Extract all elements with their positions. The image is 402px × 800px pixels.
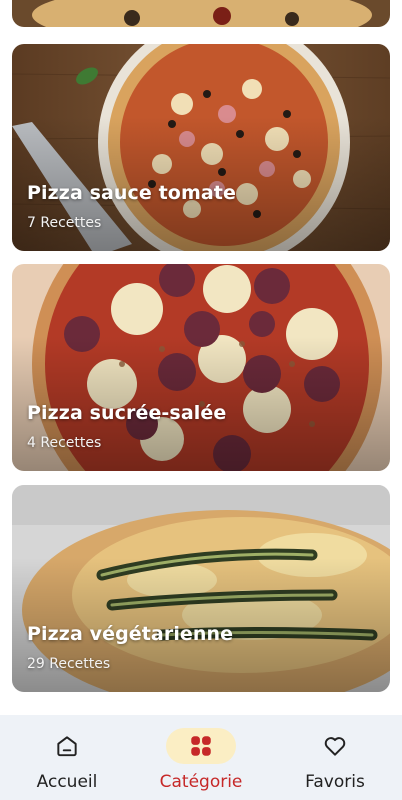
recipe-count: 7 Recettes xyxy=(27,215,102,231)
grid-icon xyxy=(191,736,211,756)
nav-icon-container-active xyxy=(166,728,236,764)
recipe-count: 29 Recettes xyxy=(27,656,111,672)
nav-label: Accueil xyxy=(36,772,98,792)
nav-item-categorie[interactable]: Catégorie xyxy=(134,715,268,800)
nav-label: Favoris xyxy=(305,772,365,792)
nav-icon-container xyxy=(300,728,370,764)
category-image xyxy=(12,0,390,27)
category-card-tomato[interactable]: Pizza sauce tomate 7 Recettes xyxy=(12,44,390,251)
category-list[interactable]: Pizza sauce tomate 7 Recettes Pizza sucr… xyxy=(0,0,402,715)
category-card-sweet-savory[interactable]: Pizza sucrée-salée 4 Recettes xyxy=(12,264,390,471)
nav-icon-container xyxy=(32,728,102,764)
category-card-partial[interactable] xyxy=(12,0,390,27)
category-title: Pizza végétarienne xyxy=(27,623,234,645)
nav-label: Catégorie xyxy=(159,772,243,792)
nav-item-favoris[interactable]: Favoris xyxy=(268,715,402,800)
category-title: Pizza sauce tomate xyxy=(27,182,236,204)
heart-icon xyxy=(324,737,346,756)
category-title: Pizza sucrée-salée xyxy=(27,402,227,424)
home-icon xyxy=(57,736,77,757)
nav-item-accueil[interactable]: Accueil xyxy=(0,715,134,800)
category-card-vegetarian[interactable]: Pizza végétarienne 29 Recettes xyxy=(12,485,390,692)
bottom-navigation: Accueil Catégorie Favoris xyxy=(0,715,402,800)
recipe-count: 4 Recettes xyxy=(27,435,102,451)
